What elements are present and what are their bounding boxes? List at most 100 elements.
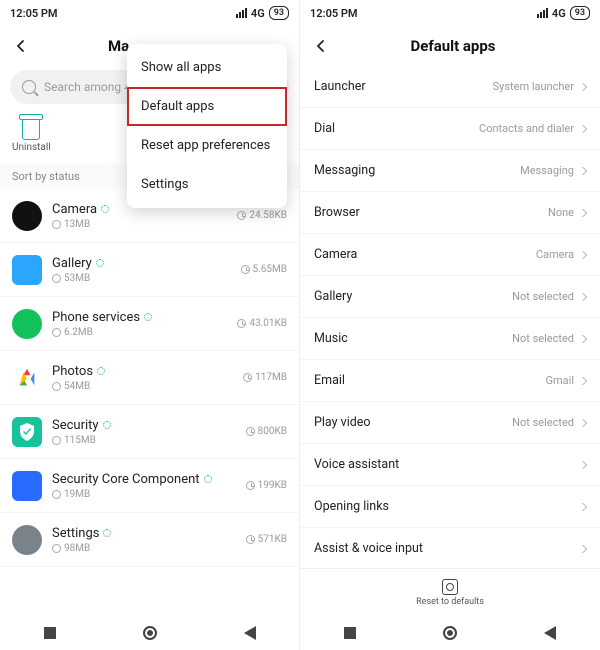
app-list: Camera 13MB24.58KBGallery 53MB5.65MBPhon… (0, 189, 299, 616)
battery-icon: 93 (570, 6, 590, 20)
app-name: Phone services (52, 310, 227, 325)
app-icon (12, 363, 42, 393)
loading-icon (96, 259, 104, 267)
app-info: Settings 98MB (52, 526, 236, 554)
app-info: Security 115MB (52, 418, 236, 446)
default-app-row[interactable]: CameraCamera (300, 234, 600, 276)
chevron-right-icon (579, 82, 587, 90)
chevron-right-icon (579, 502, 587, 510)
app-info: Photos 54MB (52, 364, 233, 392)
nav-recent[interactable] (44, 627, 56, 639)
default-app-value: Contacts and dialer (479, 122, 574, 135)
menu-item[interactable]: Default apps (127, 87, 287, 126)
status-net: 4G (251, 7, 265, 20)
app-info: Security Core Component 19MB (52, 472, 236, 500)
app-memory: 13MB (52, 219, 227, 230)
app-name: Gallery (52, 256, 231, 271)
header: Default apps (300, 26, 600, 66)
default-app-row[interactable]: GalleryNot selected (300, 276, 600, 318)
default-app-row[interactable]: MessagingMessaging (300, 150, 600, 192)
nav-home[interactable] (443, 626, 457, 640)
loading-icon (103, 529, 111, 537)
nav-home[interactable] (143, 626, 157, 640)
chevron-right-icon (579, 292, 587, 300)
app-size: 199KB (246, 480, 287, 491)
status-right: 4G 93 (537, 6, 590, 20)
default-app-label: Browser (314, 205, 548, 220)
app-row[interactable]: Security Core Component 19MB 199KB (0, 459, 299, 513)
app-size: 24.58KB (237, 210, 287, 221)
loading-icon (101, 205, 109, 213)
default-app-row[interactable]: LauncherSystem launcher (300, 66, 600, 108)
chevron-right-icon (579, 334, 587, 342)
app-row[interactable]: Phone services 6.2MB43.01KB (0, 297, 299, 351)
app-row[interactable]: Gallery 53MB5.65MB (0, 243, 299, 297)
clock-icon (246, 481, 255, 490)
default-app-value: Gmail (546, 374, 574, 387)
trash-icon (22, 120, 40, 140)
gear-icon (52, 274, 61, 283)
default-app-row[interactable]: EmailGmail (300, 360, 600, 402)
gear-icon (52, 328, 61, 337)
battery-icon: 93 (269, 6, 289, 20)
default-app-row[interactable]: BrowserNone (300, 192, 600, 234)
app-row[interactable]: Settings 98MB 571KB (0, 513, 299, 567)
status-time: 12:05 PM (310, 7, 358, 20)
status-bar: 12:05 PM 4G 93 (0, 0, 299, 26)
app-memory: 115MB (52, 435, 236, 446)
menu-item[interactable]: Reset app preferences (127, 126, 287, 165)
nav-back[interactable] (544, 626, 556, 640)
default-app-label: Dial (314, 121, 479, 136)
default-app-label: Gallery (314, 289, 512, 304)
uninstall-button[interactable]: Uninstall (12, 120, 51, 153)
default-app-label: Play video (314, 415, 512, 430)
app-name: Security (52, 418, 236, 433)
app-row[interactable]: Photos 54MB117MB (0, 351, 299, 405)
chevron-right-icon (579, 124, 587, 132)
app-memory: 54MB (52, 381, 233, 392)
gear-icon (52, 544, 61, 553)
app-info: Phone services 6.2MB (52, 310, 227, 338)
clock-icon (241, 265, 250, 274)
reset-icon (442, 579, 458, 595)
default-app-value: Not selected (512, 416, 574, 429)
page-title: Default apps (316, 37, 590, 55)
default-app-row[interactable]: Voice assistant (300, 444, 600, 486)
reset-to-defaults-button[interactable]: Reset to defaults (300, 568, 600, 616)
default-apps-list: LauncherSystem launcherDialContacts and … (300, 66, 600, 568)
default-app-row[interactable]: Play videoNot selected (300, 402, 600, 444)
loading-icon (103, 421, 111, 429)
chevron-right-icon (579, 544, 587, 552)
gear-icon (52, 220, 61, 229)
default-app-label: Email (314, 373, 546, 388)
app-row[interactable]: Security 115MB 800KB (0, 405, 299, 459)
default-app-row[interactable]: Assist & voice input (300, 528, 600, 568)
clock-icon (246, 427, 255, 436)
default-app-row[interactable]: DialContacts and dialer (300, 108, 600, 150)
back-button[interactable] (10, 35, 32, 57)
screen-default-apps: 12:05 PM 4G 93 Default apps LauncherSyst… (300, 0, 600, 650)
menu-item[interactable]: Settings (127, 165, 287, 204)
gear-icon (52, 490, 61, 499)
loading-icon (97, 367, 105, 375)
loading-icon (204, 475, 212, 483)
app-name: Photos (52, 364, 233, 379)
clock-icon (246, 535, 255, 544)
default-app-row[interactable]: Opening links (300, 486, 600, 528)
app-memory: 6.2MB (52, 327, 227, 338)
gear-icon (52, 436, 61, 445)
app-size: 571KB (246, 534, 287, 545)
nav-back[interactable] (244, 626, 256, 640)
default-app-label: Camera (314, 247, 536, 262)
app-size: 800KB (246, 426, 287, 437)
clock-icon (243, 373, 252, 382)
gear-icon (52, 382, 61, 391)
overflow-menu: Show all appsDefault appsReset app prefe… (127, 44, 287, 208)
menu-item[interactable]: Show all apps (127, 48, 287, 87)
status-net: 4G (552, 7, 566, 20)
default-app-row[interactable]: MusicNot selected (300, 318, 600, 360)
nav-recent[interactable] (344, 627, 356, 639)
default-app-label: Music (314, 331, 512, 346)
default-app-value: System launcher (493, 80, 574, 93)
app-info: Gallery 53MB (52, 256, 231, 284)
